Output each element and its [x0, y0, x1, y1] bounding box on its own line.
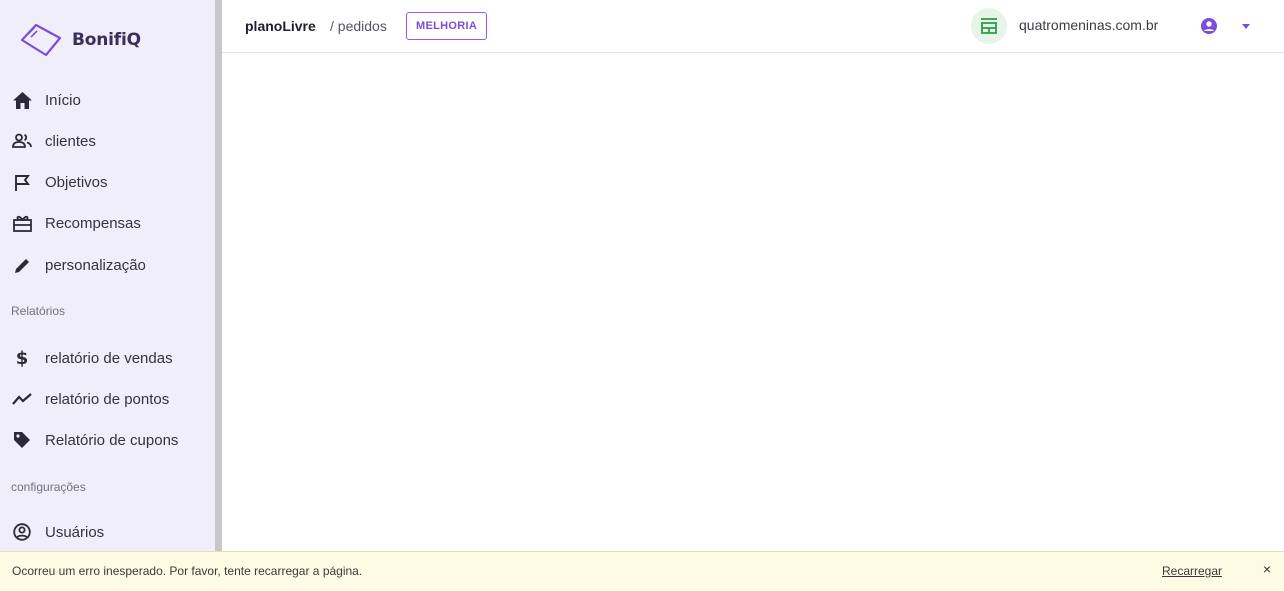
upgrade-badge[interactable]: MELHORIA: [406, 12, 488, 40]
sidebar-item-label: Objetivos: [45, 173, 108, 191]
section-title-relatorios: Relatórios: [11, 304, 66, 318]
dollar-icon: $: [15, 347, 29, 369]
tag-icon: [12, 430, 32, 450]
breadcrumb-page: / pedidos: [330, 18, 387, 34]
sidebar-item-clientes[interactable]: clientes: [12, 127, 207, 155]
sidebar-item-label: Relatório de cupons: [45, 431, 179, 449]
card-logo-icon: [20, 23, 62, 57]
user-circle-icon: [12, 522, 32, 542]
sidebar-scrollbar[interactable]: [215, 0, 222, 551]
flag-icon: [12, 172, 32, 192]
sidebar-item-relatorio-pontos[interactable]: relatório de pontos: [12, 385, 207, 413]
sidebar-item-label: clientes: [45, 132, 96, 150]
trend-icon: [12, 389, 32, 409]
sidebar-item-usuarios[interactable]: Usuários: [12, 518, 207, 546]
brand-logo[interactable]: BonifiQ: [18, 18, 141, 62]
pencil-icon: [12, 255, 32, 275]
section-title-configuracoes: configurações: [11, 480, 86, 494]
main-content: [222, 54, 1284, 551]
sidebar-item-personalizacao[interactable]: personalização: [12, 251, 207, 279]
store-icon[interactable]: [971, 8, 1007, 44]
users-icon: [12, 131, 32, 151]
brand-name: BonifiQ: [72, 30, 141, 50]
store-name[interactable]: quatromeninas.com.br: [1019, 17, 1158, 33]
gift-icon: [12, 213, 32, 233]
sidebar-item-relatorio-cupons[interactable]: Relatório de cupons: [12, 426, 207, 454]
sidebar-item-objetivos[interactable]: Objetivos: [12, 168, 207, 196]
reload-link[interactable]: Recarregar: [1162, 564, 1222, 578]
sidebar-item-relatorio-vendas[interactable]: $ relatório de vendas: [12, 344, 207, 372]
sidebar: BonifiQ Início clientes Objetivos Recomp…: [0, 0, 215, 591]
close-icon[interactable]: ×: [1259, 561, 1275, 577]
sidebar-item-label: relatório de pontos: [45, 390, 170, 408]
sidebar-item-label: Recompensas: [45, 214, 141, 232]
chevron-down-icon[interactable]: [1242, 24, 1250, 29]
error-message: Ocorreu um erro inesperado. Por favor, t…: [12, 564, 363, 578]
sidebar-item-label: personalização: [45, 256, 146, 274]
top-bar: planoLivre / pedidos MELHORIA quatromeni…: [222, 0, 1284, 53]
sidebar-item-label: Início: [45, 91, 81, 109]
account-icon[interactable]: [1200, 17, 1218, 35]
sidebar-item-label: Usuários: [45, 523, 105, 541]
sidebar-item-label: relatório de vendas: [45, 349, 173, 367]
breadcrumb-plan: planoLivre: [245, 18, 316, 34]
sidebar-item-recompensas[interactable]: Recompensas: [12, 209, 207, 237]
error-banner: Ocorreu um erro inesperado. Por favor, t…: [0, 551, 1284, 591]
sidebar-item-inicio[interactable]: Início: [12, 86, 207, 114]
home-icon: [12, 90, 32, 110]
